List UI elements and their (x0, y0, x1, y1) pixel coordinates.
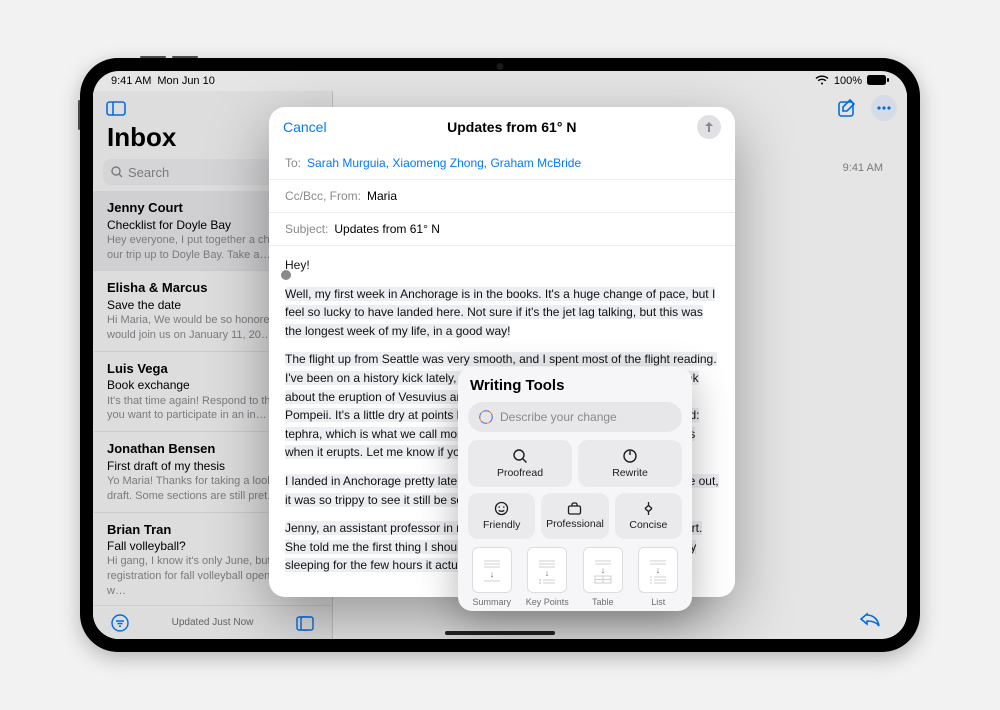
sidebar-toggle-icon[interactable] (103, 97, 129, 119)
subject-row[interactable]: Subject: Updates from 61° N (269, 213, 735, 246)
search-placeholder: Search (128, 165, 169, 180)
status-time: 9:41 AM (111, 75, 151, 87)
to-row[interactable]: To: Sarah Murguia, Xiaomeng Zhong, Graha… (269, 147, 735, 180)
status-date: Mon Jun 10 (157, 75, 214, 87)
table-card-icon: ↓ (591, 555, 615, 585)
send-button[interactable] (697, 115, 721, 139)
selection-handle[interactable] (281, 270, 291, 280)
svg-text:↓: ↓ (656, 565, 661, 575)
format-keypoints[interactable]: ↓ Key Points (524, 547, 572, 607)
briefcase-icon (567, 502, 582, 515)
battery-pct: 100% (834, 75, 862, 87)
updated-label: Updated Just Now (172, 617, 254, 628)
writing-tools-popover: Writing Tools Describe your change Proof… (458, 367, 692, 611)
svg-text:↓: ↓ (545, 568, 550, 578)
more-icon[interactable] (871, 95, 897, 121)
professional-button[interactable]: Professional (541, 493, 608, 539)
reply-icon[interactable] (857, 608, 883, 630)
format-summary[interactable]: ↓ Summary (468, 547, 516, 607)
ipad-device: 9:41 AM Mon Jun 10 100% Inbox Search (80, 58, 920, 652)
rewrite-icon (622, 448, 638, 464)
svg-text:↓: ↓ (601, 565, 606, 575)
compose-title: Updates from 61° N (327, 119, 697, 135)
keypoints-card-icon: ↓ (535, 555, 559, 585)
proofread-button[interactable]: Proofread (468, 440, 572, 487)
wifi-icon (815, 75, 829, 88)
concise-button[interactable]: Concise (615, 493, 682, 539)
format-list[interactable]: ↓ List (635, 547, 683, 607)
list-card-icon: ↓ (646, 555, 670, 585)
rewrite-button[interactable]: Rewrite (578, 440, 682, 487)
filter-icon[interactable] (107, 612, 133, 634)
home-indicator[interactable] (445, 631, 555, 635)
svg-text:↓: ↓ (490, 569, 495, 579)
battery-icon (867, 75, 889, 88)
search-icon (111, 166, 123, 178)
screen: 9:41 AM Mon Jun 10 100% Inbox Search (93, 71, 907, 639)
smile-icon (494, 501, 509, 516)
status-bar: 9:41 AM Mon Jun 10 100% (93, 71, 907, 91)
friendly-button[interactable]: Friendly (468, 493, 535, 539)
cancel-button[interactable]: Cancel (283, 119, 327, 135)
camera (497, 63, 504, 70)
compose-icon[interactable] (292, 612, 318, 634)
volume-down-edge (140, 56, 166, 58)
to-recipients[interactable]: Sarah Murguia, Xiaomeng Zhong, Graham Mc… (307, 156, 581, 170)
magnify-icon (512, 448, 528, 464)
ai-icon (478, 409, 494, 425)
power-edge (78, 100, 80, 130)
new-message-icon[interactable] (835, 97, 861, 119)
volume-up-edge (172, 56, 198, 58)
writing-tools-title: Writing Tools (468, 377, 682, 394)
cc-from-row[interactable]: Cc/Bcc, From: Maria (269, 180, 735, 213)
summary-card-icon: ↓ (480, 555, 504, 585)
format-table[interactable]: ↓ Table (579, 547, 627, 607)
concise-icon (642, 501, 655, 516)
describe-change-field[interactable]: Describe your change (468, 402, 682, 432)
